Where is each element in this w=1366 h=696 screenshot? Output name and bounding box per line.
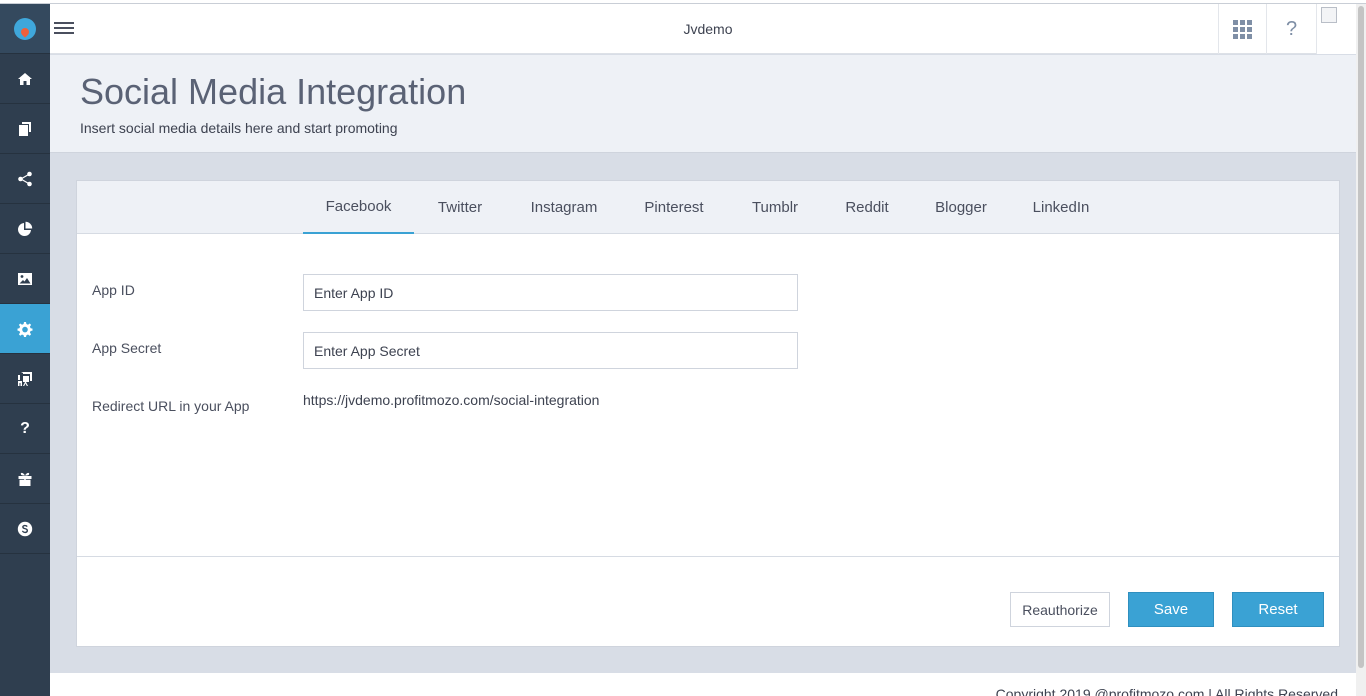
apps-grid-button[interactable] [1218, 4, 1266, 54]
sidebar-item-rewards[interactable] [0, 454, 50, 504]
help-icon: ? [20, 419, 30, 437]
tab-facebook[interactable]: Facebook [303, 181, 414, 234]
app-secret-input[interactable] [303, 332, 798, 369]
integration-card: Facebook Twitter Instagram Pinterest Tum… [76, 180, 1340, 647]
sidebar-item-skype[interactable] [0, 504, 50, 554]
skype-icon [17, 521, 33, 536]
page-scrollbar[interactable] [1356, 4, 1366, 696]
sidebar-item-media[interactable] [0, 254, 50, 304]
social-tabs: Facebook Twitter Instagram Pinterest Tum… [77, 181, 1339, 234]
app-logo[interactable] [0, 4, 50, 54]
tab-blogger[interactable]: Blogger [927, 181, 995, 234]
card-divider [77, 556, 1339, 557]
broken-image-icon [1321, 7, 1337, 23]
copyright-text: Copyright 2019 @profitmozo.com | All Rig… [995, 686, 1338, 696]
page-subtitle: Insert social media details here and sta… [80, 120, 398, 136]
presentation-icon [18, 371, 32, 386]
app-id-label: App ID [92, 282, 135, 298]
tab-pinterest[interactable]: Pinterest [637, 181, 711, 234]
tab-linkedin[interactable]: LinkedIn [1025, 181, 1097, 234]
sidebar-item-share[interactable] [0, 154, 50, 204]
sidebar-item-home[interactable] [0, 54, 50, 104]
home-icon [18, 72, 32, 85]
app-secret-label: App Secret [92, 340, 162, 356]
tab-twitter[interactable]: Twitter [427, 181, 493, 234]
app-id-input[interactable] [303, 274, 798, 311]
share-icon [18, 171, 32, 186]
reauthorize-button[interactable]: Reauthorize [1010, 592, 1110, 627]
gear-icon [17, 321, 33, 337]
scrollbar-thumb[interactable] [1358, 6, 1364, 668]
tab-tumblr[interactable]: Tumblr [743, 181, 807, 234]
page-header: Social Media Integration Insert social m… [50, 55, 1356, 153]
tab-reddit[interactable]: Reddit [837, 181, 897, 234]
page-footer: Copyright 2019 @profitmozo.com | All Rig… [50, 673, 1356, 696]
sidebar: ? [0, 4, 50, 696]
pages-icon [19, 121, 31, 136]
logo-icon [14, 17, 36, 40]
sidebar-item-training[interactable] [0, 354, 50, 404]
app-title: Jvdemo [683, 21, 733, 37]
tab-instagram[interactable]: Instagram [523, 181, 605, 234]
sidebar-item-settings[interactable] [0, 304, 50, 354]
image-icon [18, 272, 32, 285]
grid-icon [1233, 19, 1252, 39]
reset-button[interactable]: Reset [1232, 592, 1324, 627]
sidebar-item-help[interactable]: ? [0, 404, 50, 454]
save-button[interactable]: Save [1128, 592, 1214, 627]
top-header: Jvdemo ? [50, 4, 1366, 54]
sidebar-item-reports[interactable] [0, 204, 50, 254]
help-button[interactable]: ? [1266, 4, 1316, 54]
gift-icon [18, 472, 32, 486]
page-title: Social Media Integration [80, 71, 467, 112]
sidebar-item-pages[interactable] [0, 104, 50, 154]
pie-chart-icon [18, 221, 33, 236]
redirect-url-label: Redirect URL in your App [92, 398, 250, 414]
redirect-url-value: https://jvdemo.profitmozo.com/social-int… [303, 392, 600, 408]
